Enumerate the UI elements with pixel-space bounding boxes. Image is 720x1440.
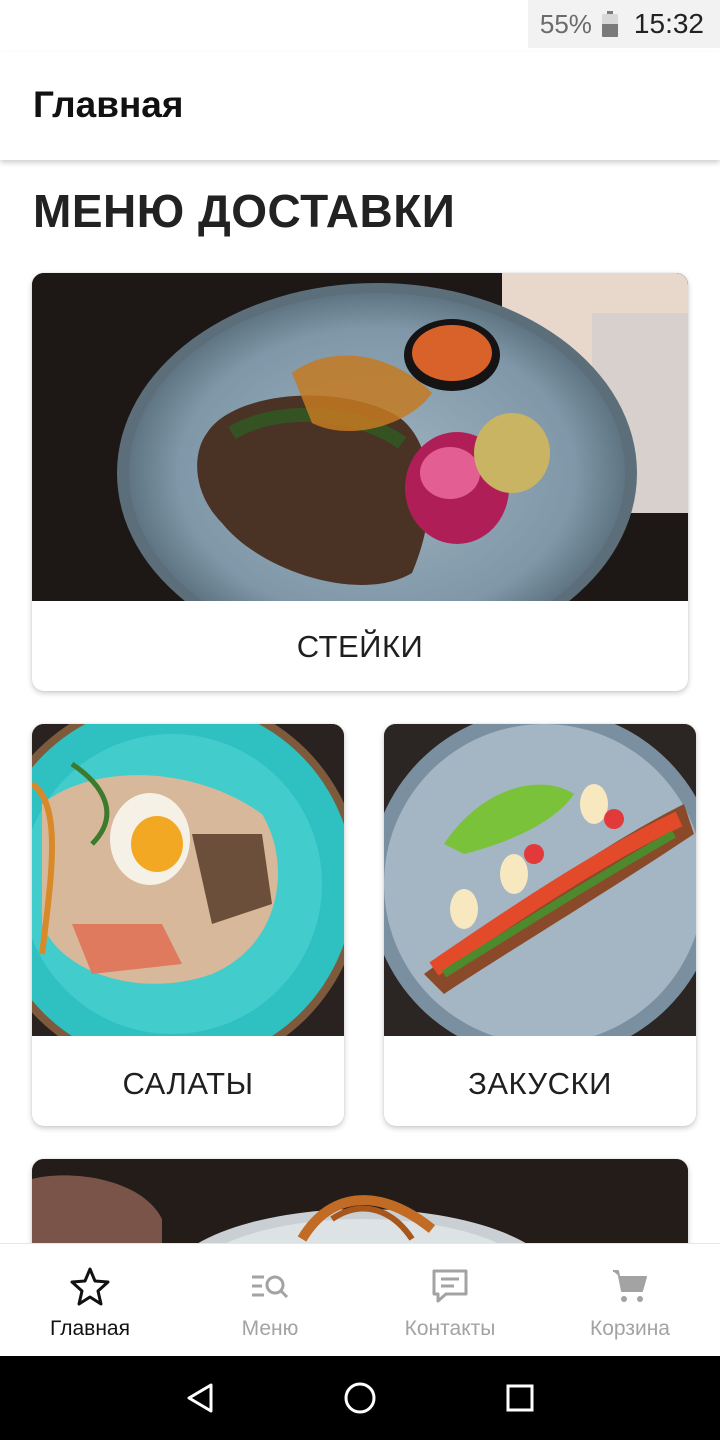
category-label: ЗАКУСКИ bbox=[468, 1066, 612, 1101]
back-icon[interactable] bbox=[179, 1377, 221, 1419]
battery-icon bbox=[601, 11, 618, 37]
category-label: СТЕЙКИ bbox=[296, 629, 424, 664]
status-bar: 55% 15:32 bbox=[0, 0, 720, 52]
nav-item-contacts[interactable]: Контакты bbox=[360, 1244, 540, 1357]
page-title: Главная bbox=[33, 84, 184, 125]
menu-search-icon bbox=[252, 1275, 289, 1299]
cart-icon bbox=[613, 1270, 647, 1302]
nav-item-cart[interactable]: Корзина bbox=[540, 1244, 720, 1357]
nav-item-menu[interactable]: Меню bbox=[180, 1244, 360, 1357]
steak-photo bbox=[32, 273, 688, 601]
battery-percent: 55% bbox=[539, 8, 592, 39]
category-card-snacks[interactable]: ЗАКУСКИ bbox=[384, 724, 696, 1126]
nav-item-home[interactable]: Главная bbox=[0, 1244, 180, 1357]
status-indicators: 55% 15:32 bbox=[528, 0, 720, 48]
salad-photo bbox=[32, 724, 344, 1036]
main-content[interactable]: МЕНЮ ДОСТАВКИ СТЕЙКИ САЛАТЫ ЗАКУСКИ bbox=[0, 160, 720, 1244]
category-label: САЛАТЫ bbox=[122, 1066, 254, 1101]
category-card-partial[interactable] bbox=[32, 1159, 688, 1244]
nav-label: Главная bbox=[50, 1317, 130, 1340]
nav-label: Меню bbox=[241, 1317, 299, 1340]
clock: 15:32 bbox=[633, 8, 704, 39]
star-icon bbox=[70, 1267, 110, 1306]
system-navigation-bar bbox=[0, 1356, 720, 1440]
appetizer-photo bbox=[384, 724, 696, 1036]
section-title: МЕНЮ ДОСТАВКИ bbox=[33, 185, 456, 237]
nav-label: Корзина bbox=[590, 1317, 670, 1340]
dish-photo bbox=[32, 1159, 688, 1244]
recents-icon[interactable] bbox=[499, 1377, 541, 1419]
app-bar: Главная bbox=[0, 52, 720, 160]
chat-icon bbox=[432, 1269, 468, 1303]
category-card-steaks[interactable]: СТЕЙКИ bbox=[32, 273, 688, 691]
home-icon[interactable] bbox=[339, 1377, 381, 1419]
category-card-salads[interactable]: САЛАТЫ bbox=[32, 724, 344, 1126]
bottom-navigation: Главная Меню Контакты Корзина bbox=[0, 1243, 720, 1356]
nav-label: Контакты bbox=[404, 1317, 496, 1340]
